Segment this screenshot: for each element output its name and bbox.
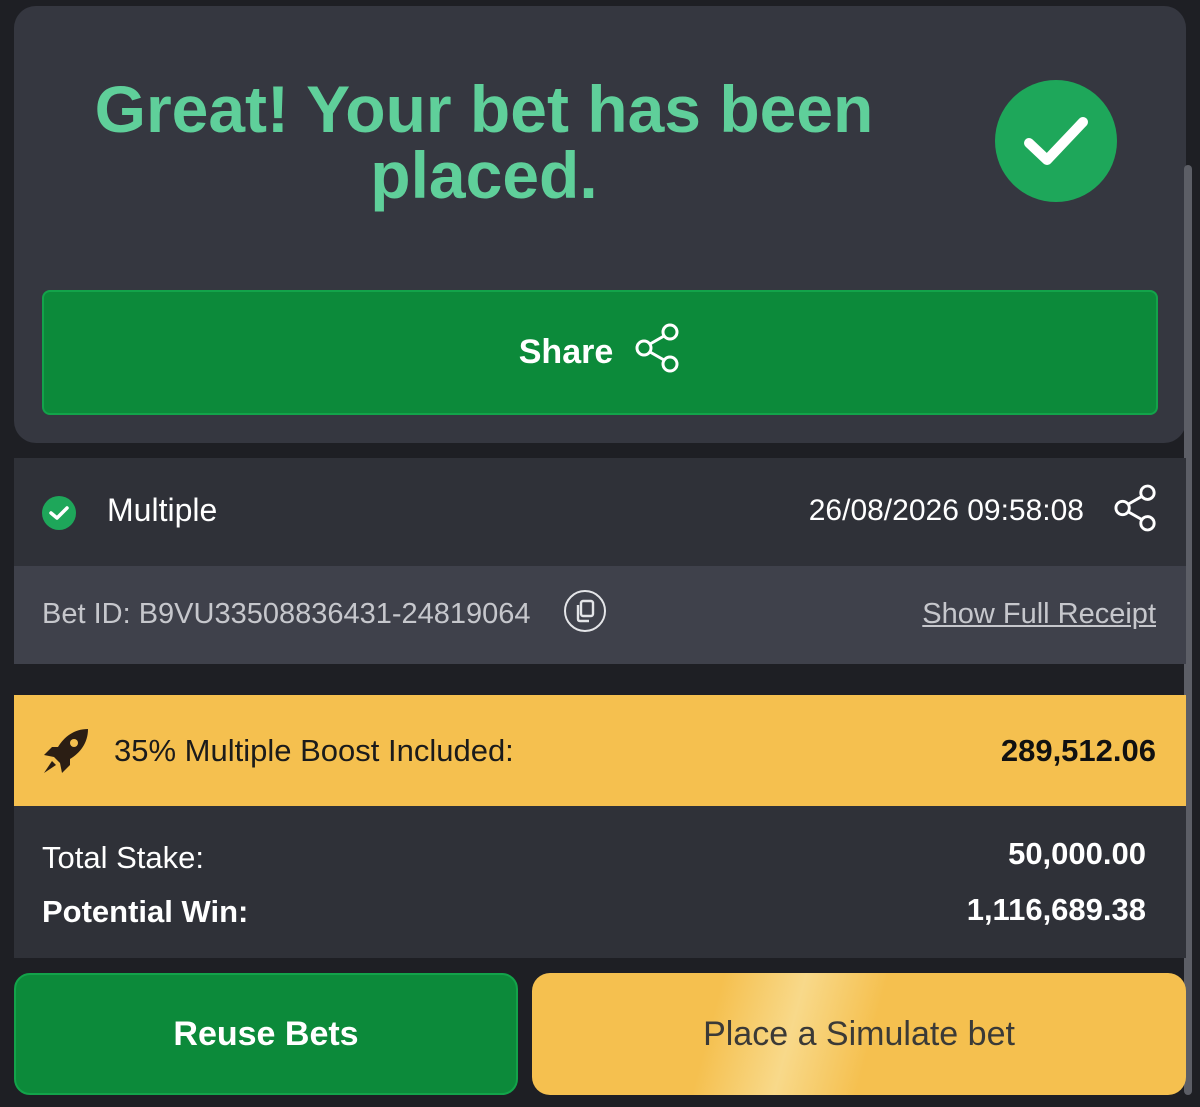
bet-type-label: Multiple [107,492,218,528]
copy-icon[interactable] [564,590,606,632]
confirmation-title: Great! Your bet has been placed. [94,72,874,212]
potential-win-value: 1,116,689.38 [966,892,1146,927]
confirmation-card: Great! Your bet has been placed. Share [14,6,1186,443]
share-button[interactable]: Share [42,290,1158,415]
boost-label: 35% Multiple Boost Included: [114,733,514,768]
show-full-receipt-link[interactable]: Show Full Receipt [922,598,1156,631]
boost-value: 289,512.06 [1000,733,1156,768]
bet-header: Multiple 26/08/2026 09:58:08 [14,458,1186,566]
bet-id-row: Bet ID: B9VU33508836431-24819064 Show Fu… [14,566,1186,664]
bet-confirmation-screen: Great! Your bet has been placed. Share M… [0,0,1200,1107]
total-stake-value: 50,000.00 [1008,836,1146,871]
rocket-icon [40,725,92,782]
place-simulate-bet-button[interactable]: Place a Simulate bet [532,973,1186,1095]
potential-win-label: Potential Win: [42,894,249,929]
bet-id: Bet ID: B9VU33508836431-24819064 [42,598,531,630]
bet-totals: Total Stake: 50,000.00 Potential Win: 1,… [14,806,1186,958]
share-icon[interactable] [1114,484,1158,537]
bet-datetime: 26/08/2026 09:58:08 [808,494,1084,527]
share-button-label: Share [518,333,614,371]
success-check-icon [42,496,76,530]
share-icon [635,323,681,382]
total-stake-label: Total Stake: [42,840,204,875]
check-icon [995,80,1117,202]
multiple-boost-banner: 35% Multiple Boost Included: 289,512.06 [14,695,1186,806]
reuse-bets-button[interactable]: Reuse Bets [14,973,518,1095]
